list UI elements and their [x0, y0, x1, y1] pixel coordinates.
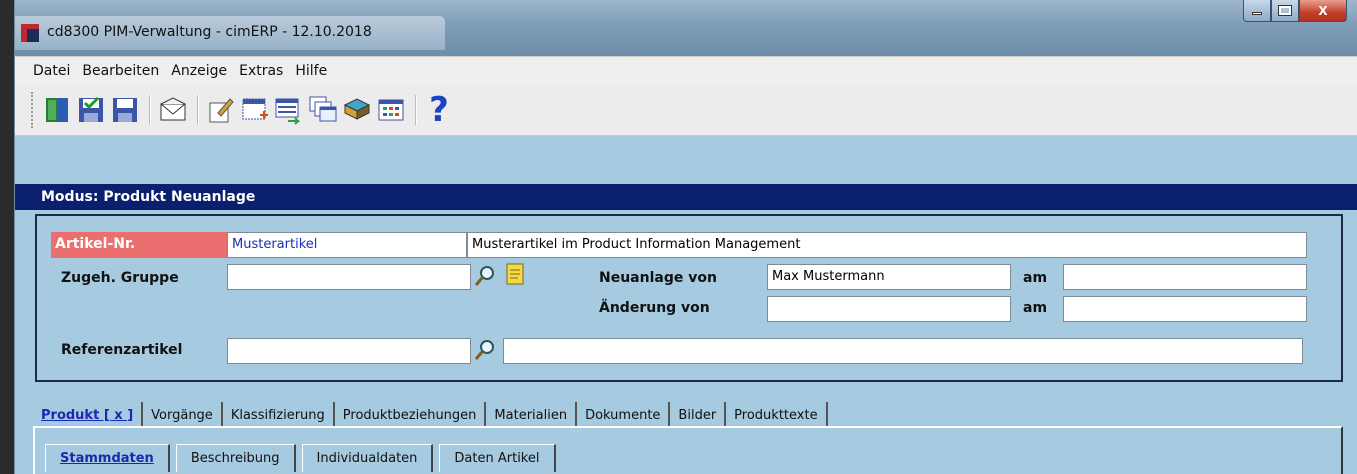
- grid-icon: [378, 99, 404, 120]
- help-question-icon: ?: [429, 89, 449, 130]
- tab-beschreibung[interactable]: Beschreibung: [175, 444, 296, 472]
- neuanlage-label: Neuanlage von: [599, 270, 717, 286]
- minimize-button[interactable]: [1243, 0, 1271, 22]
- menu-bar: Datei Bearbeiten Anzeige Extras Hilfe: [15, 56, 1357, 84]
- aenderung-field[interactable]: [767, 296, 1011, 322]
- tab-klassifizierung[interactable]: Klassifizierung: [223, 402, 335, 428]
- mail-button[interactable]: [157, 93, 189, 127]
- neuanlage-field[interactable]: Max Mustermann: [767, 264, 1011, 290]
- save-check-icon: [79, 96, 103, 122]
- toolbar: ?: [15, 84, 1357, 136]
- referenz-description-field[interactable]: [503, 338, 1303, 364]
- grid-button[interactable]: [375, 93, 407, 127]
- menu-datei[interactable]: Datei: [33, 63, 70, 79]
- tab-produkt[interactable]: Produkt [ x ]: [33, 402, 144, 428]
- am-label-1: am: [1023, 270, 1048, 286]
- exit-button[interactable]: [41, 93, 73, 127]
- artikel-nr-field[interactable]: Musterartikel: [227, 232, 467, 258]
- app-window: cd8300 PIM-Verwaltung - cimERP - 12.10.2…: [14, 0, 1357, 474]
- toolbar-separator: [197, 94, 199, 125]
- title-bar[interactable]: cd8300 PIM-Verwaltung - cimERP - 12.10.2…: [15, 0, 1357, 56]
- maximize-button[interactable]: [1271, 0, 1299, 22]
- edit-button[interactable]: [205, 93, 237, 127]
- save-button[interactable]: [109, 93, 141, 127]
- menu-hilfe[interactable]: Hilfe: [295, 63, 327, 79]
- toolbar-grip[interactable]: [31, 91, 35, 128]
- artikel-description-field[interactable]: Musterartikel im Product Information Man…: [467, 232, 1307, 258]
- tab-bilder[interactable]: Bilder: [670, 402, 727, 428]
- notes-icon[interactable]: [503, 262, 527, 286]
- import-button[interactable]: [273, 93, 305, 127]
- minimize-icon: [1252, 12, 1262, 15]
- window-title: cd8300 PIM-Verwaltung - cimERP - 12.10.2…: [47, 24, 372, 40]
- menu-bearbeiten[interactable]: Bearbeiten: [82, 63, 159, 79]
- new-record-button[interactable]: [239, 93, 271, 127]
- mode-bar: Modus: Produkt Neuanlage: [15, 184, 1357, 210]
- product-header-panel: Artikel-Nr. Musterartikel Musterartikel …: [35, 214, 1343, 382]
- tab-vorgaenge[interactable]: Vorgänge: [143, 402, 223, 428]
- tab-stammdaten[interactable]: Stammdaten: [45, 444, 170, 472]
- neuanlage-date-field[interactable]: [1063, 264, 1307, 290]
- book-icon: [343, 97, 371, 120]
- help-button[interactable]: ?: [423, 93, 455, 127]
- gruppe-label: Zugeh. Gruppe: [61, 270, 179, 286]
- search-icon[interactable]: [473, 264, 497, 288]
- aenderung-date-field[interactable]: [1063, 296, 1307, 322]
- menu-extras[interactable]: Extras: [239, 63, 283, 79]
- tab-daten-artikel[interactable]: Daten Artikel: [439, 444, 556, 472]
- close-button[interactable]: X: [1299, 0, 1347, 22]
- maximize-icon: [1278, 5, 1292, 16]
- app-icon: [21, 24, 39, 42]
- exit-door-icon: [46, 97, 68, 122]
- tab-individualdaten[interactable]: Individualdaten: [301, 444, 434, 472]
- tab-produkttexte[interactable]: Produkttexte: [726, 402, 828, 428]
- search-icon[interactable]: [473, 338, 497, 362]
- new-table-icon: [242, 98, 268, 119]
- referenz-label: Referenzartikel: [61, 342, 183, 358]
- close-icon: X: [1318, 3, 1328, 18]
- tab-produktbeziehungen[interactable]: Produktbeziehungen: [335, 402, 487, 428]
- save-close-button[interactable]: [75, 93, 107, 127]
- toolbar-separator: [149, 94, 151, 125]
- window-controls: X: [1243, 0, 1347, 24]
- list-arrow-icon: [275, 98, 301, 125]
- gruppe-field[interactable]: [227, 264, 471, 290]
- windows-button[interactable]: [307, 93, 339, 127]
- edit-document-icon: [209, 97, 234, 122]
- save-disk-icon: [113, 97, 137, 122]
- referenz-field[interactable]: [227, 338, 471, 364]
- tab-materialien[interactable]: Materialien: [486, 402, 578, 428]
- artikel-nr-label: Artikel-Nr.: [51, 232, 227, 258]
- aenderung-label: Änderung von: [599, 300, 710, 316]
- envelope-icon: [160, 96, 186, 120]
- cascade-windows-icon: [309, 96, 337, 121]
- catalog-button[interactable]: [341, 93, 373, 127]
- sub-tabbar: Stammdaten Beschreibung Individualdaten …: [45, 444, 562, 472]
- main-tabbar: Produkt [ x ] Vorgänge Klassifizierung P…: [33, 398, 828, 428]
- menu-anzeige[interactable]: Anzeige: [171, 63, 227, 79]
- toolbar-separator: [415, 94, 417, 125]
- am-label-2: am: [1023, 300, 1048, 316]
- tab-dokumente[interactable]: Dokumente: [577, 402, 671, 428]
